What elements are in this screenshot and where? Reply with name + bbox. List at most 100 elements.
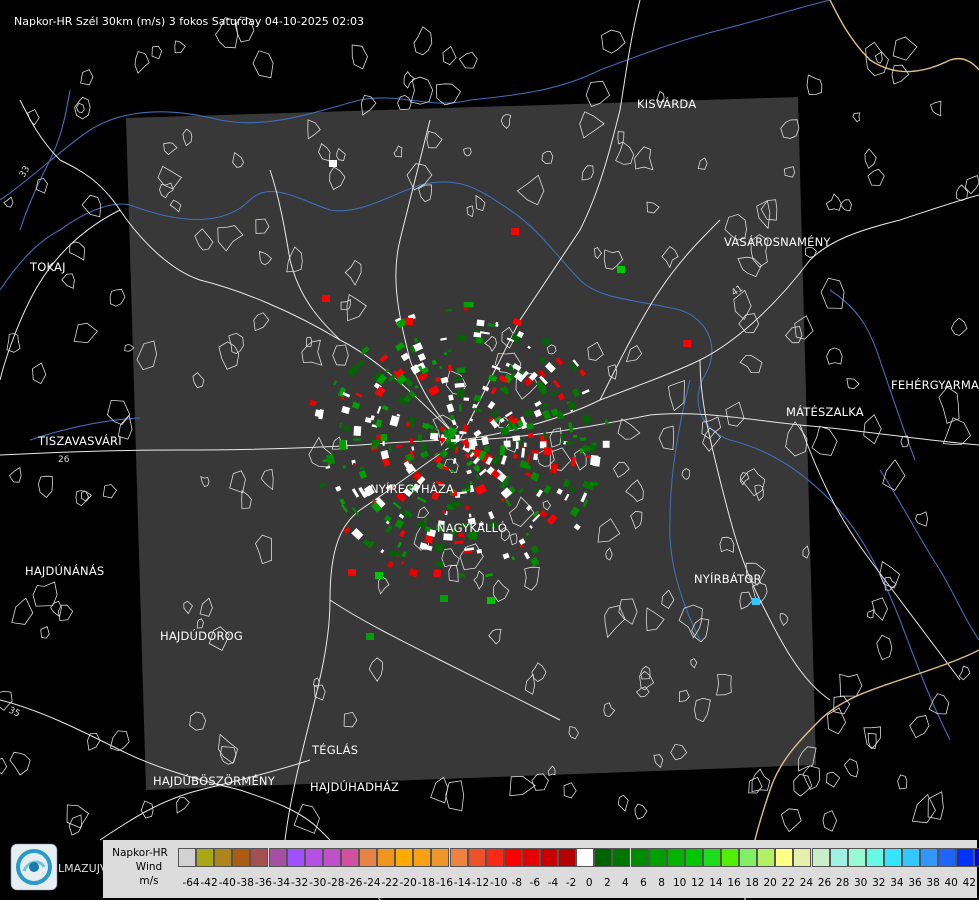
settlement-outline <box>826 347 843 365</box>
legend-swatch <box>757 848 776 867</box>
settlement-outline <box>867 168 885 186</box>
legend-swatch <box>829 848 848 867</box>
legend-title-line3: m/s <box>139 875 159 887</box>
radar-echo <box>435 560 444 568</box>
legend-swatch <box>503 848 522 867</box>
country-border <box>829 0 979 73</box>
settlement-outline <box>793 773 813 797</box>
radar-echo <box>476 319 485 327</box>
settlement-outline <box>825 193 842 211</box>
legend-swatch <box>485 848 504 867</box>
settlement-outline <box>863 414 882 445</box>
legend-swatch <box>775 848 794 867</box>
legend-swatch <box>286 848 305 867</box>
settlement-outline <box>929 100 942 117</box>
legend-swatch <box>214 848 233 867</box>
settlement-outline <box>950 317 968 336</box>
radar-echo <box>683 340 691 347</box>
radar-echo <box>499 445 506 456</box>
legend-swatch <box>739 848 758 867</box>
settlement-outline <box>252 50 274 79</box>
legend-swatch <box>431 848 450 867</box>
legend-swatch <box>304 848 323 867</box>
radar-echo <box>523 442 527 447</box>
radar-echo <box>338 439 347 451</box>
settlement-outline <box>27 109 40 126</box>
settlement-outline <box>81 194 102 218</box>
settlement-outline <box>601 29 626 54</box>
legend-swatch <box>920 848 939 867</box>
city-label-vasarosnameny: VÁSÁROSNAMÉNY <box>724 235 831 249</box>
settlement-outline <box>151 45 163 60</box>
legend-swatch <box>612 848 631 867</box>
radar-echo <box>375 572 383 579</box>
settlement-outline <box>891 64 910 85</box>
legend-swatch <box>594 848 613 867</box>
radar-map[interactable]: 26 35 41 33 <box>0 0 979 900</box>
radar-echo <box>352 438 361 441</box>
legend-swatch <box>847 848 866 867</box>
settlement-outline <box>124 344 135 352</box>
radar-echo <box>433 569 442 578</box>
legend-swatch <box>666 848 685 867</box>
legend-swatch <box>811 848 830 867</box>
radar-echo <box>573 434 578 438</box>
radar-echo <box>329 160 337 167</box>
settlement-outline <box>0 757 8 775</box>
radar-echo <box>617 266 625 273</box>
legend-swatch <box>395 848 414 867</box>
legend-swatch <box>540 848 558 867</box>
radar-echo <box>450 439 457 442</box>
city-label-tokaj: TOKAJ <box>30 260 66 274</box>
radar-echo <box>409 438 414 445</box>
radar-echo <box>515 441 519 449</box>
radar-echo <box>463 302 474 308</box>
settlement-outline <box>874 51 883 64</box>
settlement-outline <box>174 40 186 54</box>
settlement-outline <box>509 775 536 797</box>
legend-swatch <box>630 848 649 867</box>
settlement-outline <box>826 771 841 788</box>
radar-echo <box>487 597 495 604</box>
legend-tick-label: 42 <box>962 877 976 889</box>
settlement-outline <box>839 673 863 697</box>
radar-echo <box>444 352 447 356</box>
settlement-outline <box>909 715 930 739</box>
settlement-outline <box>73 322 98 344</box>
settlement-outline <box>585 80 611 108</box>
settlement-outline <box>840 199 852 212</box>
legend-swatch <box>883 848 902 867</box>
legend-swatch <box>684 848 703 867</box>
legend-swatch <box>250 848 269 867</box>
settlement-outline <box>563 782 577 799</box>
radar-echo <box>458 404 462 412</box>
legend-swatch <box>902 848 920 867</box>
legend-swatch <box>359 848 377 867</box>
radar-echo <box>591 442 597 446</box>
settlement-outline <box>846 378 860 390</box>
radar-echo <box>582 445 591 452</box>
settlement-outline <box>75 102 85 114</box>
radar-echo <box>752 598 760 605</box>
settlement-outline <box>820 277 845 309</box>
legend-swatch <box>268 848 287 867</box>
settlement-outline <box>9 751 31 776</box>
radar-echo <box>454 540 464 545</box>
radar-echo <box>435 543 445 552</box>
legend-swatch <box>865 848 884 867</box>
radar-echo <box>459 573 465 578</box>
radar-echo <box>511 228 519 235</box>
radar-echo <box>484 445 491 452</box>
settlement-outline <box>882 459 906 491</box>
settlement-outline <box>435 83 462 106</box>
settlement-outline <box>811 425 838 456</box>
settlement-outline <box>927 791 944 820</box>
settlement-outline <box>442 45 457 66</box>
radar-echo <box>457 334 467 341</box>
radar-echo <box>579 437 587 441</box>
radar-echo <box>371 439 380 447</box>
radar-echo <box>592 456 601 467</box>
radar-echo <box>580 448 584 454</box>
settlement-outline <box>531 773 549 791</box>
radar-echo <box>438 437 445 442</box>
